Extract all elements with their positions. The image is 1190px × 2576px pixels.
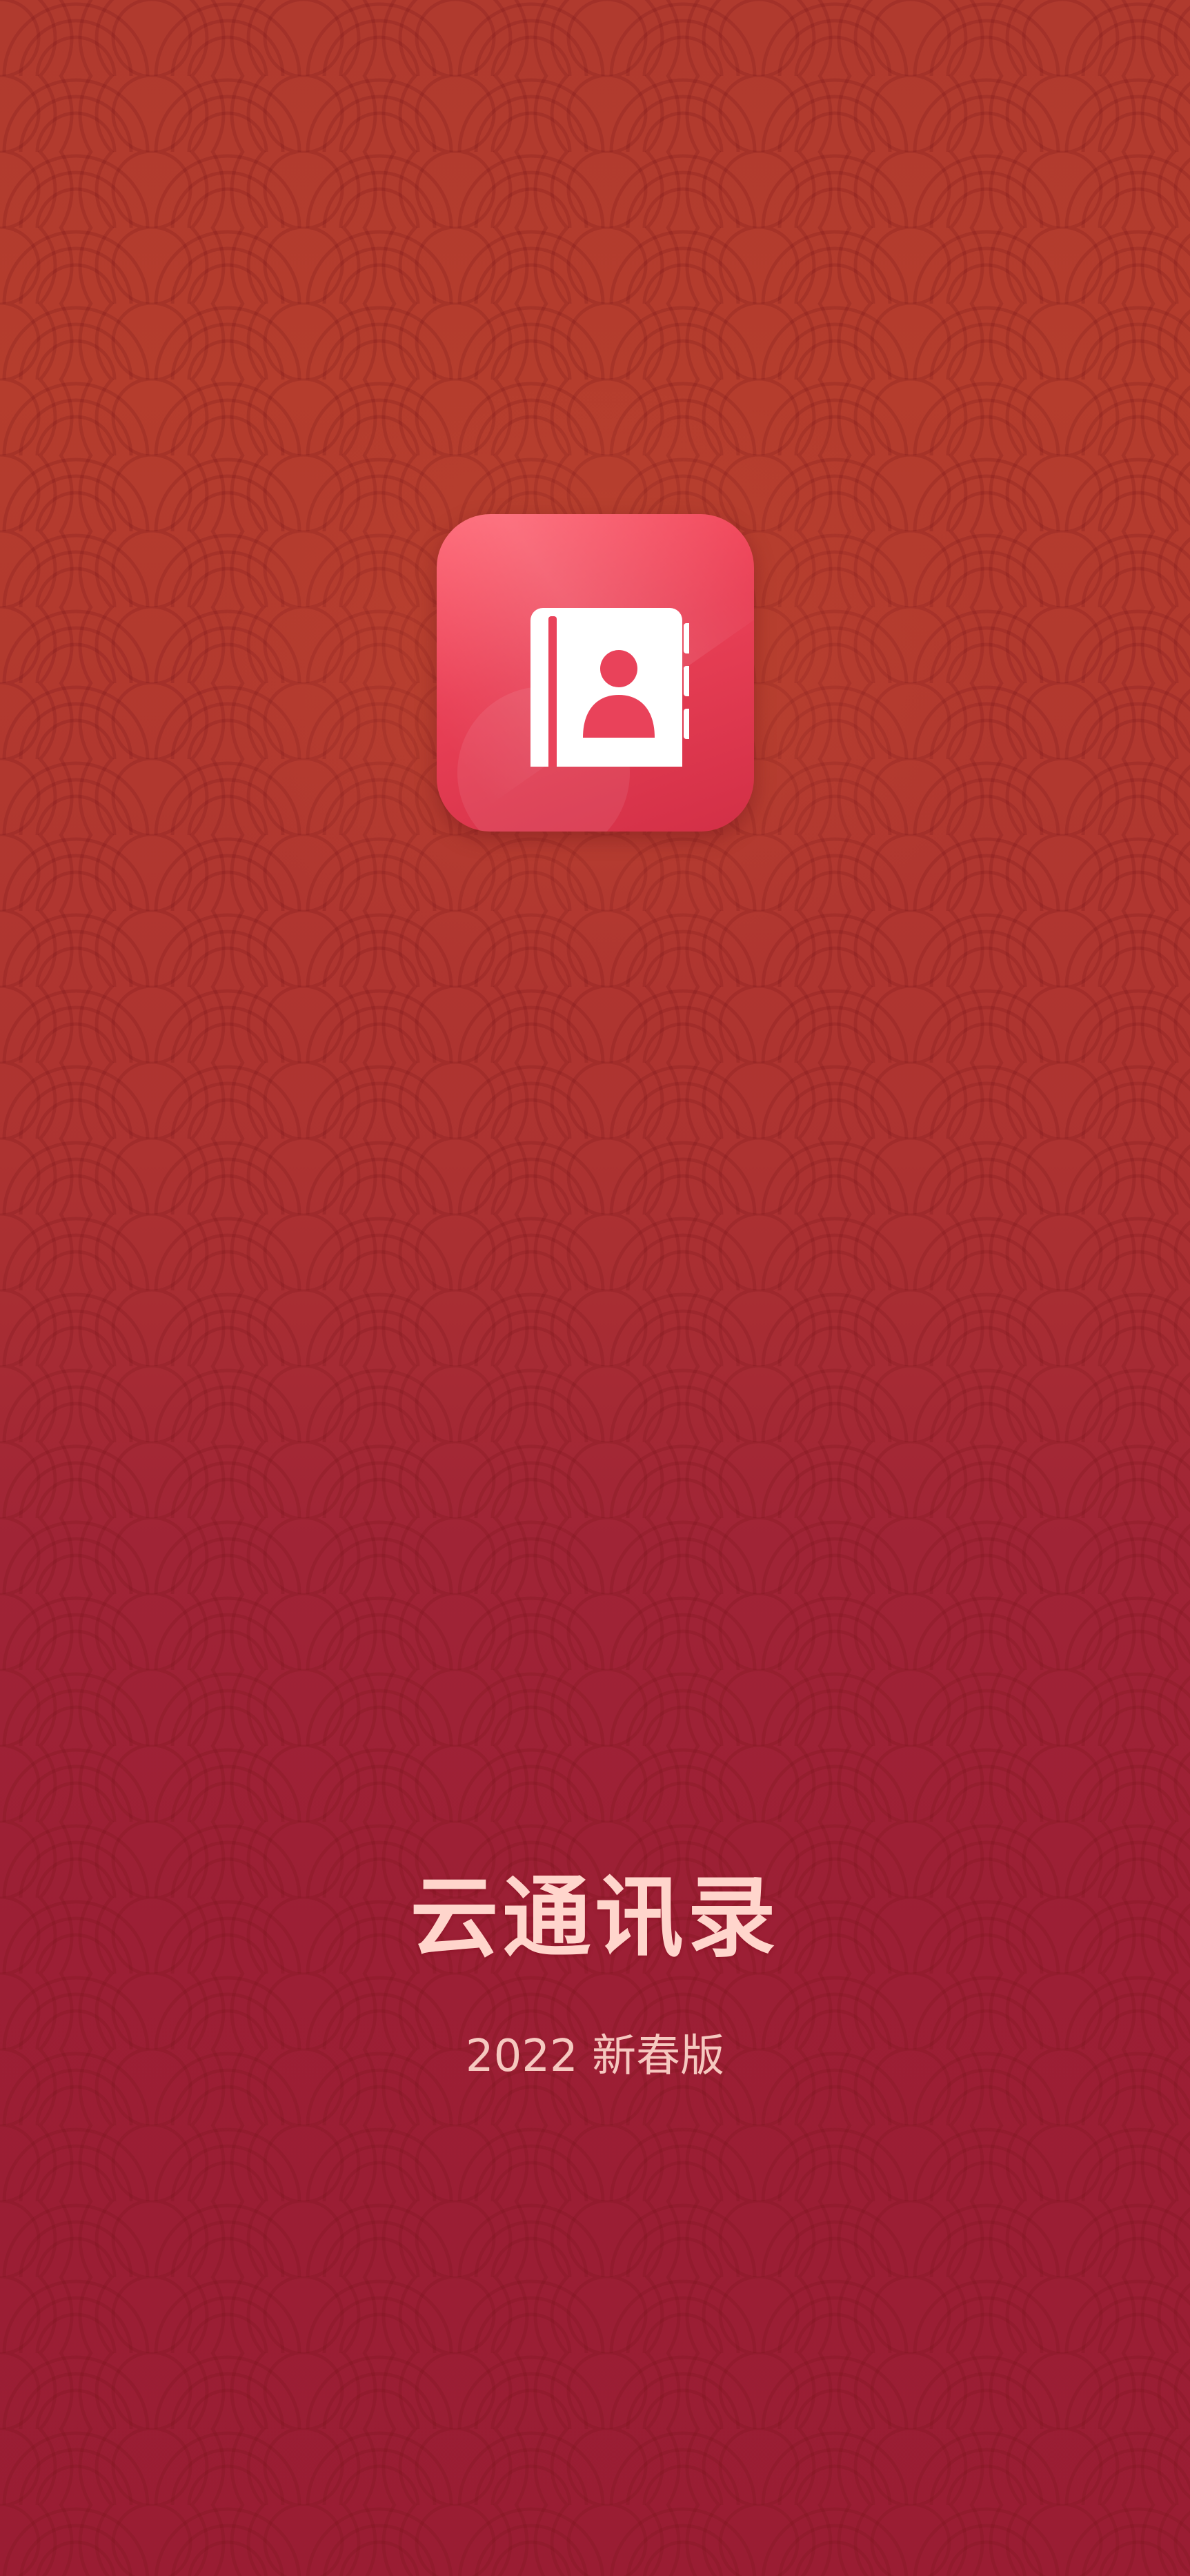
contact-book-icon: [530, 608, 689, 767]
edition-subtitle: 2022 新春版: [465, 2031, 725, 2082]
app-title: 云通讯录: [410, 1867, 780, 1969]
splash-screen: 云通讯录 2022 新春版: [0, 0, 1190, 2576]
app-logo: [437, 514, 754, 832]
